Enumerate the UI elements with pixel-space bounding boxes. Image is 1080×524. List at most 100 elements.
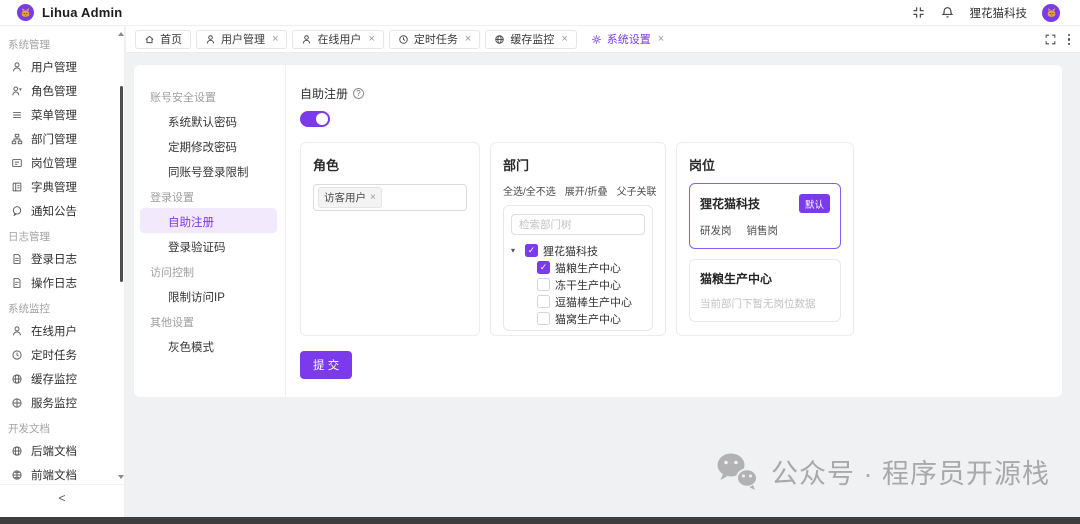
cache-monitor-icon (495, 34, 505, 44)
settings-section-account-security: 账号安全设置 (150, 92, 216, 104)
tab-bar: 首页 用户管理 × 在线用户 × 定时任务 × 缓存监控 × 系统设置 × (126, 26, 1080, 53)
settings-section-access-control: 访问控制 (150, 267, 194, 279)
check-all-link[interactable]: 全选/全不选 (503, 183, 556, 198)
top-bar: Lihua Admin 狸花猫科技 (0, 0, 1080, 26)
expand-collapse-link[interactable]: 展开/折叠 (565, 183, 608, 198)
backend-doc-icon (12, 446, 22, 456)
sidebar-item-role-mgmt[interactable]: 角色管理 (0, 79, 124, 103)
home-icon (145, 35, 154, 43)
watermark-text: 公众号 · 程序员开源栈 (771, 458, 1050, 489)
settings-item-ip-restrict[interactable]: 限制访问IP (140, 283, 277, 308)
settings-menu: 账号安全设置 系统默认密码 定期修改密码 同账号登录限制 登录设置 自助注册 登… (134, 65, 286, 397)
tree-row: 逗猫棒生产中心 (511, 293, 645, 310)
sidebar-item-backend-docs[interactable]: 后端文档 (0, 439, 124, 463)
gear-icon (592, 34, 601, 44)
main-area: 首页 用户管理 × 在线用户 × 定时任务 × 缓存监控 × 系统设置 × 账号… (126, 26, 1080, 517)
more-options-icon[interactable] (1066, 32, 1073, 48)
sidebar-collapse-button[interactable]: < (0, 484, 124, 510)
sidebar-item-service-monitor[interactable]: 服务监控 (0, 391, 124, 415)
sidebar-item-menu-mgmt[interactable]: 菜单管理 (0, 103, 124, 127)
sidebar-item-dict-mgmt[interactable]: 字典管理 (0, 175, 124, 199)
user-avatar-cat-icon[interactable] (1042, 3, 1060, 22)
tab-close-icon[interactable]: × (465, 33, 471, 45)
id-badge-icon (12, 159, 22, 167)
tab-system-settings[interactable]: 系统设置 × (581, 29, 674, 49)
checkbox-unchecked[interactable] (537, 278, 550, 291)
tabbar-tools (1045, 26, 1073, 53)
role-card-title: 角色 (313, 158, 340, 173)
sidebar-group-devdocs: 开发文档 (8, 423, 50, 435)
brand-name: Lihua Admin (42, 5, 123, 20)
settings-card: 账号安全设置 系统默认密码 定期修改密码 同账号登录限制 登录设置 自助注册 登… (134, 65, 1062, 397)
sidebar-scroll-down-arrow[interactable] (118, 475, 124, 479)
sidebar-scroll-up-arrow[interactable] (118, 32, 124, 36)
post-group-empty[interactable]: 猫粮生产中心 当前部门下暂无岗位数据 (689, 259, 841, 322)
post-group-selected[interactable]: 狸花猫科技 默认 研发岗 销售岗 (689, 183, 841, 249)
settings-item-periodic-password[interactable]: 定期修改密码 (140, 133, 277, 158)
help-icon[interactable]: ? (353, 88, 365, 99)
settings-item-same-account-limit[interactable]: 同账号登录限制 (140, 158, 277, 183)
parent-child-link[interactable]: 父子关联 (617, 183, 657, 198)
sidebar-scrollbar[interactable] (120, 86, 123, 282)
role-select[interactable]: 访客用户 × (313, 184, 467, 211)
tab-close-icon[interactable]: × (272, 33, 278, 45)
sidebar-item-notice[interactable]: 通知公告 (0, 199, 124, 223)
user-icon (12, 62, 22, 72)
bell-icon[interactable] (941, 6, 955, 20)
tab-cache-monitor[interactable]: 缓存监控 × (485, 29, 577, 49)
settings-item-self-register[interactable]: 自助注册 (140, 208, 277, 233)
submit-button[interactable]: 提 交 (300, 351, 353, 379)
sidebar-item-scheduled-tasks[interactable]: 定时任务 (0, 343, 124, 367)
fullscreen-exit-icon[interactable] (912, 6, 926, 20)
sidebar-item-operation-log[interactable]: 操作日志 (0, 271, 124, 295)
tenant-name[interactable]: 狸花猫科技 (970, 5, 1028, 21)
sidebar-item-online-users[interactable]: 在线用户 (0, 319, 124, 343)
role-user-icon (12, 86, 22, 96)
dept-card-title: 部门 (503, 158, 530, 173)
sidebar-item-user-mgmt[interactable]: 用户管理 (0, 55, 124, 79)
post-card: 岗位 狸花猫科技 默认 研发岗 销售岗 猫粮生产中心 当前部门下暂无岗位数据 (676, 142, 854, 336)
tab-close-icon[interactable]: × (658, 33, 664, 45)
user-icon (303, 34, 311, 44)
checkbox-checked[interactable]: ✓ (537, 261, 550, 274)
settings-item-login-captcha[interactable]: 登录验证码 (140, 233, 277, 258)
tab-close-icon[interactable]: × (368, 33, 374, 45)
tab-online-users[interactable]: 在线用户 × (292, 29, 384, 49)
checkbox-unchecked[interactable] (537, 295, 550, 308)
default-badge: 默认 (798, 194, 830, 213)
login-log-icon (13, 254, 21, 264)
tree-caret-icon[interactable]: ▾ (511, 246, 520, 255)
post-item-rd[interactable]: 研发岗 (700, 223, 732, 238)
sidebar-item-dept-mgmt[interactable]: 部门管理 (0, 127, 124, 151)
sidebar-item-cache-monitor[interactable]: 缓存监控 (0, 367, 124, 391)
service-monitor-icon (12, 398, 22, 408)
settings-item-gray-mode[interactable]: 灰色模式 (140, 333, 277, 358)
tree-row: ✓ 猫粮生产中心 (511, 259, 645, 276)
settings-item-default-password[interactable]: 系统默认密码 (140, 108, 277, 133)
app-window: Lihua Admin 狸花猫科技 系统管理 用户管理 角色管理 菜单管理 部门… (0, 0, 1080, 524)
post-item-sales[interactable]: 销售岗 (747, 223, 779, 238)
menu-list-icon (13, 111, 21, 119)
dept-search-input[interactable] (511, 214, 645, 235)
tab-home[interactable]: 首页 (135, 29, 191, 49)
brand: Lihua Admin (0, 4, 122, 21)
checkbox-checked[interactable]: ✓ (525, 244, 538, 257)
tab-user-mgmt[interactable]: 用户管理 × (196, 29, 288, 49)
dept-card: 部门 全选/全不选 展开/折叠 父子关联 ▾ ✓ (490, 142, 666, 336)
tag-close-icon[interactable]: × (370, 192, 376, 203)
sidebar-item-login-log[interactable]: 登录日志 (0, 247, 124, 271)
sidebar-group-system: 系统管理 (8, 39, 50, 51)
bottom-edge-bar (0, 517, 1080, 524)
tree-row: 冻干生产中心 (511, 276, 645, 293)
self-register-toggle[interactable] (300, 111, 330, 127)
sidebar-item-post-mgmt[interactable]: 岗位管理 (0, 151, 124, 175)
tab-close-icon[interactable]: × (561, 33, 567, 45)
frontend-doc-icon (12, 470, 22, 480)
expand-icon[interactable] (1045, 34, 1056, 45)
post-card-title: 岗位 (689, 158, 716, 173)
cache-monitor-icon (12, 374, 22, 384)
watermark: 公众号 · 程序员开源栈 (715, 451, 1050, 491)
tab-scheduled-tasks[interactable]: 定时任务 × (388, 29, 481, 49)
checkbox-unchecked[interactable] (537, 312, 550, 325)
settings-section-other: 其他设置 (150, 317, 194, 329)
